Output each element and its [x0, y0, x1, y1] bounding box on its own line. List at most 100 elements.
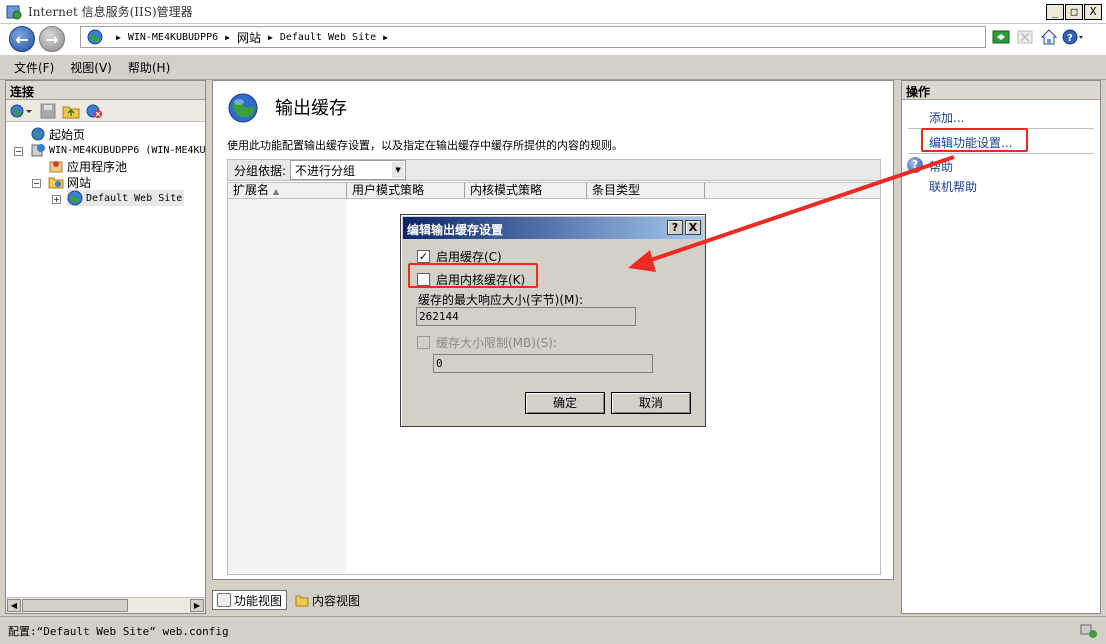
close-button[interactable]: X — [1084, 4, 1102, 20]
view-tabs: 功能视图 内容视图 — [212, 590, 364, 610]
website-globe-icon — [67, 190, 83, 206]
tree-label-start-page: 起始页 — [49, 127, 86, 142]
tree-item-sites[interactable]: 网站 — [48, 174, 91, 190]
window-title: Internet 信息服务(IIS)管理器 — [28, 5, 193, 19]
server-icon — [31, 144, 45, 157]
extension-column — [228, 199, 347, 573]
chevron-down-icon: ▼ — [392, 162, 405, 178]
cancel-button[interactable]: 取消 — [611, 392, 691, 414]
group-by-label: 分组依据: — [234, 163, 287, 178]
svg-text:?: ? — [1067, 33, 1073, 44]
group-by-bar: 分组依据: 不进行分组 ▼ — [227, 159, 881, 181]
maximize-button[interactable]: □ — [1065, 4, 1083, 20]
menu-help[interactable]: 帮助(H) — [128, 59, 170, 76]
iis-app-icon — [6, 5, 22, 19]
breadcrumb-site[interactable]: Default Web Site — [280, 32, 376, 43]
sites-folder-icon — [48, 177, 64, 189]
menu-file[interactable]: 文件(F) — [14, 59, 54, 76]
max-response-size-field[interactable]: 262144 — [416, 307, 636, 326]
action-add[interactable]: 添加... — [929, 109, 964, 126]
address-bar[interactable]: ▶ WIN-ME4KUBUDPP6 ▶ 网站 ▶ Default Web Sit… — [80, 26, 986, 48]
tree-item-server[interactable]: WIN-ME4KUBUDPP6 (WIN-ME4KU — [30, 142, 206, 158]
navigation-bar: ← → ▶ WIN-ME4KUBUDPP6 ▶ 网站 ▶ Default Web… — [0, 24, 1106, 54]
column-header-user-mode[interactable]: 用户模式策略 — [347, 183, 465, 198]
cache-size-limit-checkbox[interactable] — [417, 336, 430, 349]
dialog-help-button[interactable]: ? — [667, 220, 683, 235]
breadcrumb-arrow-icon: ▶ — [267, 32, 273, 42]
status-text: 配置:“Default Web Site” web.config — [8, 624, 229, 638]
help-menu-button[interactable]: ? — [1062, 26, 1084, 48]
tree-label-default-web-site: Default Web Site — [86, 192, 183, 204]
kernel-cache-highlight-box — [408, 263, 538, 288]
save-icon[interactable] — [40, 103, 56, 119]
column-header-kernel-mode[interactable]: 内核模式策略 — [465, 183, 587, 198]
breadcrumb-arrow-icon: ▶ — [383, 32, 388, 42]
dialog-title: 编辑输出缓存设置 — [407, 223, 504, 237]
group-by-value: 不进行分组 — [295, 163, 356, 178]
app-pool-icon — [49, 161, 63, 173]
expander-server[interactable]: − — [14, 147, 23, 156]
tab-content-view-label: 内容视图 — [312, 593, 361, 608]
tree-item-app-pools[interactable]: 应用程序池 — [48, 158, 127, 174]
breadcrumb-arrow-icon: ▶ — [225, 32, 230, 42]
back-arrow-icon: ← — [15, 29, 29, 49]
menu-view[interactable]: 视图(V) — [70, 59, 112, 76]
page-title: 输出缓存 — [275, 98, 347, 119]
scroll-left-icon[interactable]: ◀ — [7, 599, 21, 612]
expander-sites[interactable]: − — [32, 179, 41, 188]
title-bar: Internet 信息服务(IIS)管理器 _ □ X — [0, 0, 1106, 24]
tab-content-view[interactable]: 内容视图 — [291, 590, 364, 610]
tree-item-default-web-site[interactable]: Default Web Site — [67, 190, 185, 206]
ok-button[interactable]: 确定 — [525, 392, 605, 414]
tree-label-server: WIN-ME4KUBUDPP6 (WIN-ME4KU — [49, 144, 206, 156]
forward-arrow-icon: → — [45, 29, 59, 49]
sort-arrow-icon: ▲ — [272, 187, 279, 196]
action-online-help[interactable]: 联机帮助 — [929, 178, 977, 195]
breadcrumb-server[interactable]: WIN-ME4KUBUDPP6 — [128, 32, 218, 43]
rules-table-header: 扩展名 ▲ 用户模式策略 内核模式策略 条目类型 — [227, 182, 881, 199]
tree-label-app-pools: 应用程序池 — [67, 159, 128, 174]
cache-size-limit-field[interactable]: 0 — [433, 354, 653, 373]
dialog-close-button[interactable]: X — [685, 220, 701, 235]
scroll-thumb[interactable] — [22, 599, 128, 612]
stop-button[interactable] — [1014, 26, 1036, 48]
enable-cache-checkbox[interactable]: ✓ — [417, 250, 430, 263]
minimize-button[interactable]: _ — [1046, 4, 1064, 20]
up-folder-icon[interactable] — [62, 103, 80, 119]
forward-button[interactable]: → — [39, 26, 65, 52]
column-header-entry-type[interactable]: 条目类型 — [587, 183, 705, 198]
horizontal-scrollbar[interactable]: ◀ ▶ — [6, 597, 205, 613]
actions-panel: 操作 添加... 编辑功能设置... ? 帮助 联机帮助 — [901, 80, 1101, 614]
back-button[interactable]: ← — [9, 26, 35, 52]
disconnect-icon[interactable] — [86, 103, 104, 119]
cache-size-limit-row[interactable]: 缓存大小限制(MB)(S): — [417, 334, 557, 351]
home-icon — [1040, 29, 1058, 45]
connect-globe-icon[interactable] — [10, 103, 34, 119]
features-view-icon — [217, 593, 231, 607]
stop-icon — [1017, 30, 1033, 44]
edit-output-cache-dialog: 编辑输出缓存设置 ? X ✓ 启用缓存(C) 启用内核缓存(K) 缓存的最大响应… — [400, 214, 706, 427]
start-page-icon — [31, 127, 45, 141]
status-bar: 配置:“Default Web Site” web.config — [0, 616, 1106, 644]
output-cache-globe-icon — [228, 93, 258, 123]
connections-header: 连接 — [6, 81, 205, 100]
scroll-right-icon[interactable]: ▶ — [190, 599, 204, 612]
breadcrumb-sites[interactable]: 网站 — [237, 29, 261, 46]
cache-size-limit-label: 缓存大小限制(MB)(S): — [436, 336, 557, 350]
tree-item-start-page[interactable]: 起始页 — [30, 126, 85, 142]
home-button[interactable] — [1038, 26, 1060, 48]
expander-site[interactable]: + — [52, 195, 61, 204]
group-by-select[interactable]: 不进行分组 ▼ — [290, 160, 407, 180]
breadcrumb-arrow-icon: ▶ — [116, 32, 121, 42]
connections-toolbar — [6, 100, 205, 122]
max-response-size-label: 缓存的最大响应大小(字节)(M): — [418, 293, 584, 307]
refresh-button[interactable] — [990, 26, 1012, 48]
globe-icon — [87, 29, 103, 45]
dialog-title-bar: 编辑输出缓存设置 ? X — [403, 217, 703, 239]
column-header-extension[interactable]: 扩展名 ▲ — [228, 183, 347, 198]
action-help[interactable]: 帮助 — [929, 158, 953, 175]
action-divider — [908, 153, 1094, 154]
connections-panel: 连接 起始页 − WIN-ME4KUBUDPP6 (WIN-ME4KU 应用程序… — [5, 80, 206, 614]
menu-bar: 文件(F) 视图(V) 帮助(H) — [0, 54, 1106, 80]
tab-features-view[interactable]: 功能视图 — [212, 590, 288, 610]
